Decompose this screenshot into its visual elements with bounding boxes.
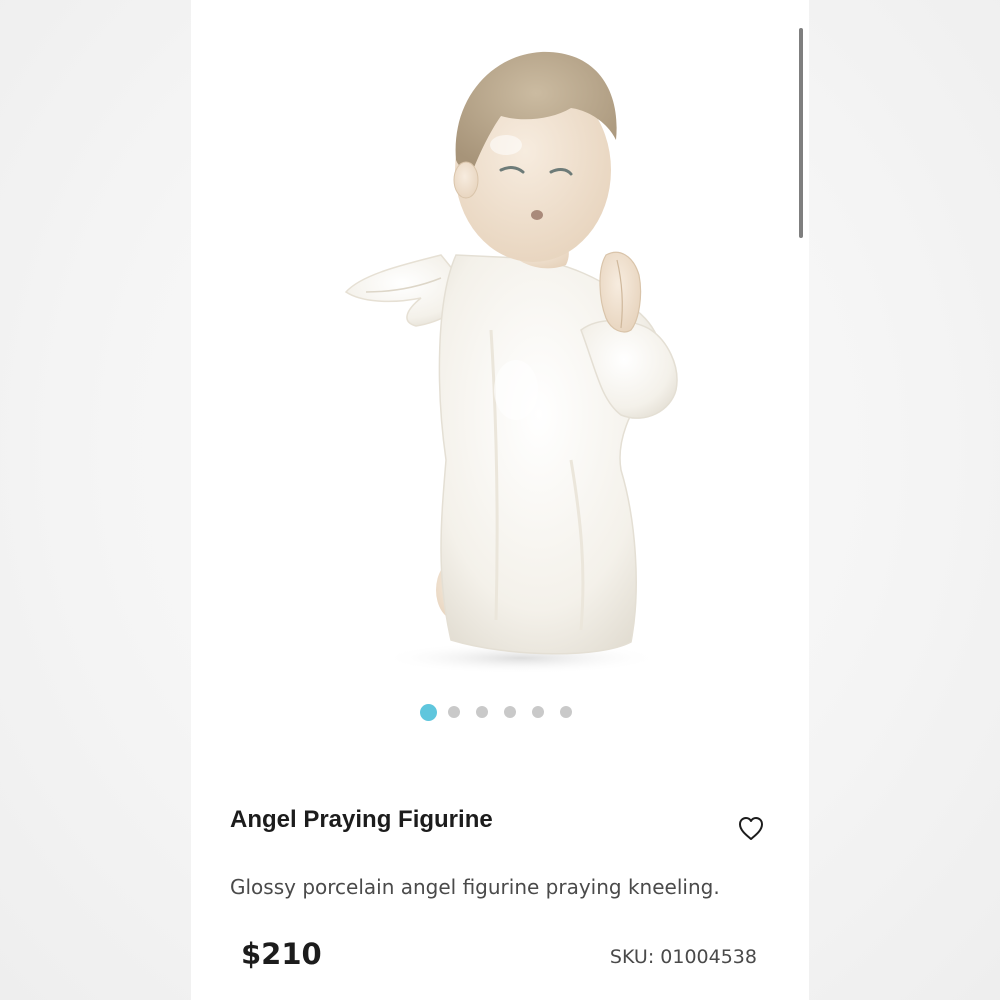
- carousel-dot-6[interactable]: [560, 706, 572, 718]
- product-title: Angel Praying Figurine: [230, 806, 493, 833]
- scrollbar[interactable]: [799, 28, 803, 238]
- carousel-dot-4[interactable]: [504, 706, 516, 718]
- product-description: Glossy porcelain angel figurine praying …: [230, 875, 720, 899]
- carousel-dots: [420, 703, 588, 721]
- carousel-dot-1[interactable]: [420, 703, 437, 721]
- heart-outline-icon[interactable]: [735, 812, 767, 844]
- product-price: $210: [241, 937, 322, 971]
- product-screen: Angel Praying Figurine Glossy porcelain …: [191, 0, 809, 1000]
- product-image: [344, 51, 678, 674]
- product-sku: SKU: 01004538: [609, 946, 757, 968]
- carousel-dot-3[interactable]: [476, 706, 488, 718]
- carousel-dot-2[interactable]: [448, 706, 460, 718]
- carousel-dot-5[interactable]: [532, 706, 544, 718]
